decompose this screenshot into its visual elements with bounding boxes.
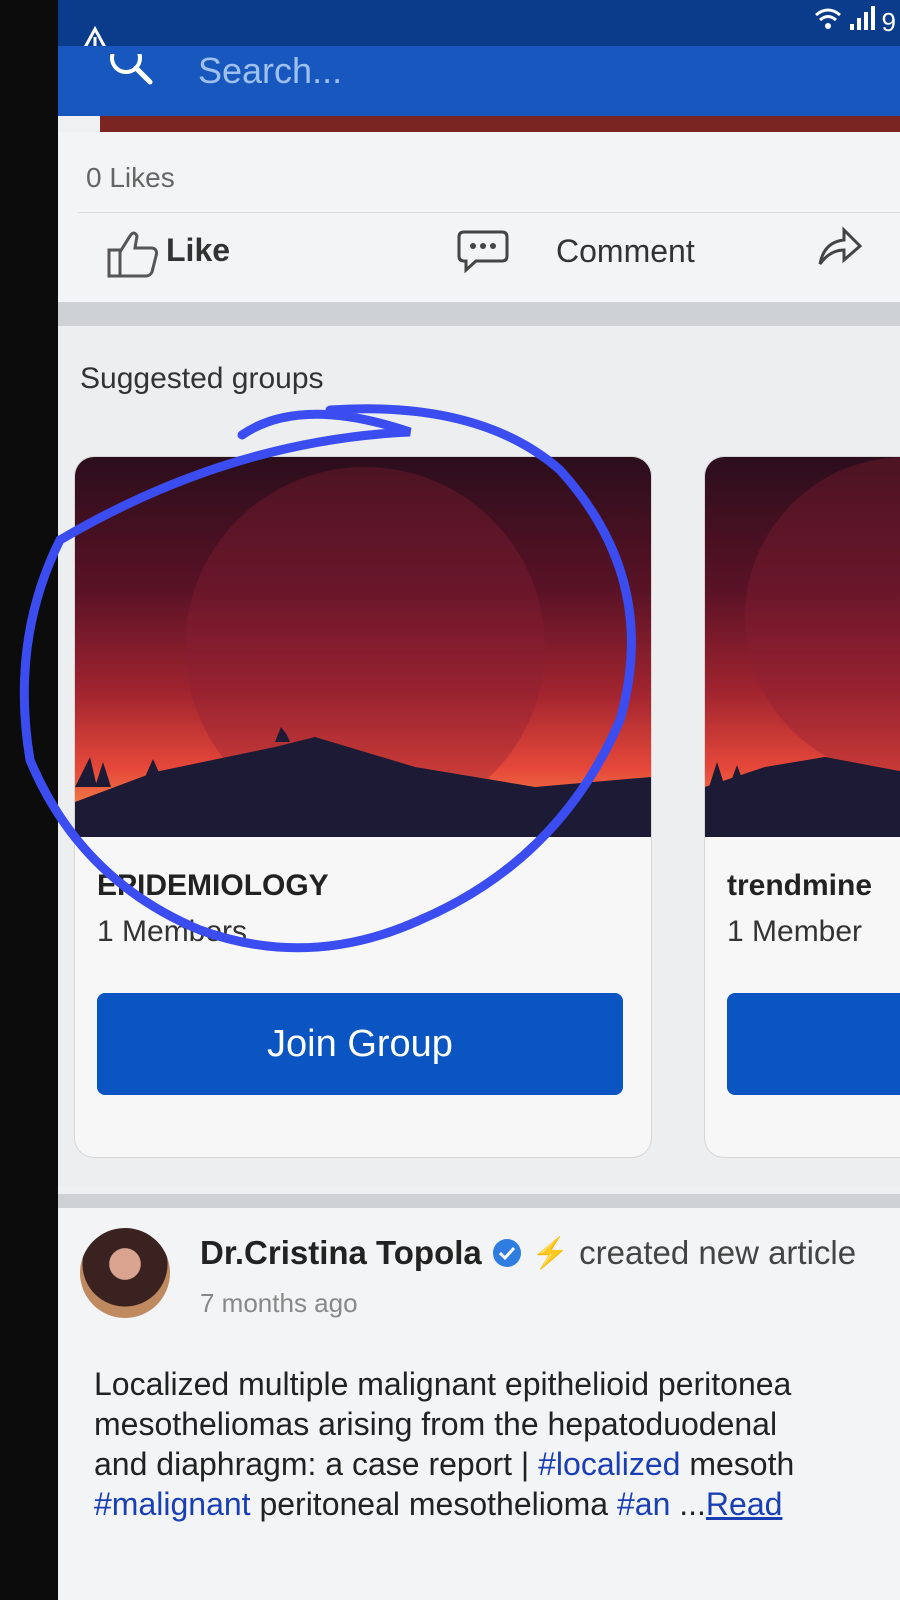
like-button[interactable]: Like	[106, 231, 231, 278]
group-card[interactable]: EPIDEMIOLOGY 1 Members Join Group	[74, 456, 652, 1158]
share-button[interactable]	[816, 224, 864, 268]
author-line: Dr.Cristina Topola ⚡ created new article	[200, 1234, 856, 1272]
search-bar[interactable]: Search...	[58, 46, 900, 116]
read-more-link[interactable]: Read	[706, 1486, 783, 1522]
bolt-icon: ⚡	[531, 1236, 570, 1270]
battery-text: 9	[881, 7, 896, 37]
search-icon[interactable]	[110, 54, 154, 98]
group-members: 1 Member	[727, 915, 863, 948]
section-separator	[58, 1194, 900, 1208]
post-card: 0 Likes Like Comment	[58, 132, 900, 302]
article-excerpt: Localized multiple malignant epithelioid…	[94, 1364, 900, 1524]
share-icon	[818, 226, 863, 265]
group-card[interactable]: trendmine 1 Member	[704, 456, 900, 1158]
like-label: Like	[166, 232, 231, 268]
divider	[78, 212, 900, 213]
hashtag-link[interactable]: #an	[617, 1486, 670, 1522]
search-input[interactable]: Search...	[198, 46, 342, 96]
group-name: EPIDEMIOLOGY	[97, 869, 329, 902]
group-name: trendmine	[727, 869, 873, 902]
activity-text: created new article	[579, 1234, 857, 1271]
excerpt-text: mesoth	[680, 1446, 795, 1482]
wifi-icon	[814, 6, 842, 39]
group-cover-image	[75, 457, 651, 837]
excerpt-line: #malignant peritoneal mesothelioma #an .…	[94, 1484, 900, 1524]
comment-button[interactable]: Comment	[456, 228, 695, 274]
excerpt-text: ...	[670, 1486, 706, 1522]
hashtag-link[interactable]: #localized	[538, 1446, 680, 1482]
comment-label: Comment	[556, 232, 695, 269]
group-members: 1 Members	[97, 915, 248, 948]
join-group-button[interactable]: Join Group	[97, 993, 623, 1095]
excerpt-line: and diaphragm: a case report | #localize…	[94, 1444, 900, 1484]
excerpt-text: peritoneal mesothelioma	[250, 1486, 617, 1522]
section-title: Suggested groups	[80, 362, 324, 395]
comment-icon	[457, 230, 509, 274]
app-screen: 9 Search... 0 Likes Like Comment Suggest…	[58, 0, 900, 1600]
post-image-bottom	[100, 116, 900, 132]
status-icons: 9	[814, 6, 896, 39]
verified-badge-icon	[492, 1239, 521, 1267]
group-cover-image	[705, 457, 900, 837]
excerpt-line: Localized multiple malignant epithelioid…	[94, 1366, 792, 1402]
author-name[interactable]: Dr.Cristina Topola	[200, 1234, 482, 1272]
excerpt-line: mesotheliomas arising from the hepatoduo…	[94, 1406, 778, 1442]
signal-icon	[848, 6, 876, 39]
post-time: 7 months ago	[200, 1288, 358, 1318]
section-separator	[58, 302, 900, 326]
hashtag-link[interactable]: #malignant	[94, 1486, 251, 1522]
excerpt-text: and diaphragm: a case report |	[94, 1446, 539, 1482]
join-group-button[interactable]	[727, 993, 900, 1095]
thumbs-up-icon	[107, 231, 158, 278]
status-bar: 9	[58, 0, 900, 55]
likes-count: 0 Likes	[86, 162, 175, 193]
suggested-groups-section: Suggested groups EPIDEMIOLOGY 1 Members …	[58, 326, 900, 1186]
avatar[interactable]	[80, 1228, 170, 1318]
article-post: Dr.Cristina Topola ⚡ created new article…	[58, 1208, 900, 1600]
